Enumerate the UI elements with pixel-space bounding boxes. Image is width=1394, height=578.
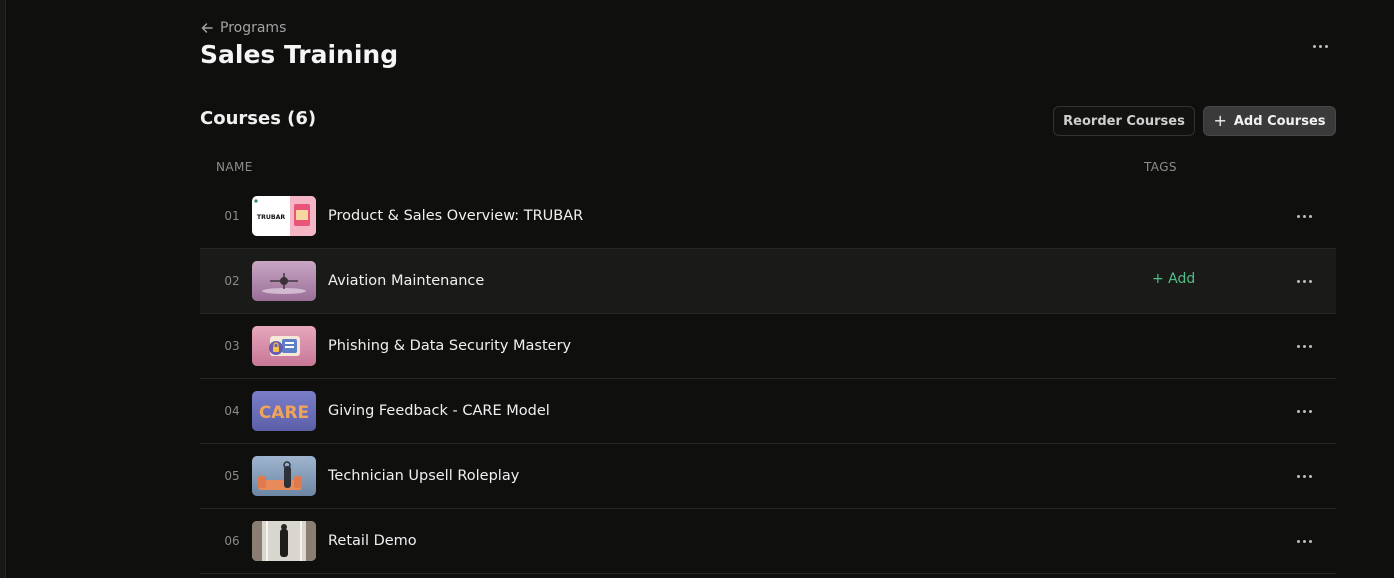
course-thumbnail	[252, 261, 316, 301]
add-courses-button[interactable]: + Add Courses	[1203, 106, 1336, 136]
add-courses-label: Add Courses	[1233, 113, 1326, 129]
course-title: Retail Demo	[328, 533, 417, 549]
row-more-icon[interactable]	[1292, 206, 1316, 226]
courses-heading: Courses (6)	[200, 108, 317, 129]
row-number: 05	[224, 469, 240, 483]
page-title: Sales Training	[200, 40, 399, 69]
plus-icon: +	[1213, 111, 1227, 130]
course-title: Technician Upsell Roleplay	[328, 468, 520, 484]
course-thumbnail: CARE	[252, 391, 316, 431]
course-title: Giving Feedback - CARE Model	[328, 403, 550, 419]
course-row[interactable]: 04 CARE Giving Feedback - CARE Model	[200, 379, 1336, 444]
page-more-icon[interactable]	[1308, 36, 1332, 56]
reorder-courses-label: Reorder Courses	[1063, 113, 1185, 129]
course-thumbnail	[252, 456, 316, 496]
row-more-icon[interactable]	[1292, 531, 1316, 551]
course-thumbnail	[252, 326, 316, 366]
arrow-left-icon	[201, 23, 213, 33]
add-tag-button[interactable]: + Add	[1152, 271, 1195, 287]
row-number: 02	[224, 274, 240, 288]
course-title: Aviation Maintenance	[328, 273, 485, 289]
row-more-icon[interactable]	[1292, 466, 1316, 486]
course-row[interactable]: 06 Retail Demo	[200, 509, 1336, 574]
svg-text:CARE: CARE	[259, 403, 309, 423]
course-thumbnail: TRUBAR	[252, 196, 316, 236]
svg-text:TRUBAR: TRUBAR	[257, 214, 286, 221]
row-more-icon[interactable]	[1292, 336, 1316, 356]
column-header-name: NAME	[216, 160, 253, 174]
course-row[interactable]: 02 Aviation Maintenance + Add	[200, 249, 1336, 314]
course-title: Phishing & Data Security Mastery	[328, 338, 572, 354]
row-more-icon[interactable]	[1292, 271, 1316, 291]
breadcrumb-back-link[interactable]: Programs	[200, 18, 286, 38]
row-number: 06	[224, 534, 240, 548]
row-number: 01	[224, 209, 240, 223]
course-row[interactable]: 01 TRUBAR Product & Sales Overview: TRUB…	[200, 184, 1336, 249]
reorder-courses-button[interactable]: Reorder Courses	[1053, 106, 1195, 136]
course-thumbnail	[252, 521, 316, 561]
row-number: 03	[224, 339, 240, 353]
column-header-tags: TAGS	[1144, 160, 1177, 174]
course-title: Product & Sales Overview: TRUBAR	[328, 208, 584, 224]
row-more-icon[interactable]	[1292, 401, 1316, 421]
row-number: 04	[224, 404, 240, 418]
courses-table: 01 TRUBAR Product & Sales Overview: TRUB…	[200, 184, 1336, 574]
course-row[interactable]: 05 Technician Upsell Roleplay	[200, 444, 1336, 509]
course-row[interactable]: 03 Phishing & Data Security Mastery	[200, 314, 1336, 379]
breadcrumb-label: Programs	[220, 20, 287, 36]
left-rail	[0, 0, 6, 578]
